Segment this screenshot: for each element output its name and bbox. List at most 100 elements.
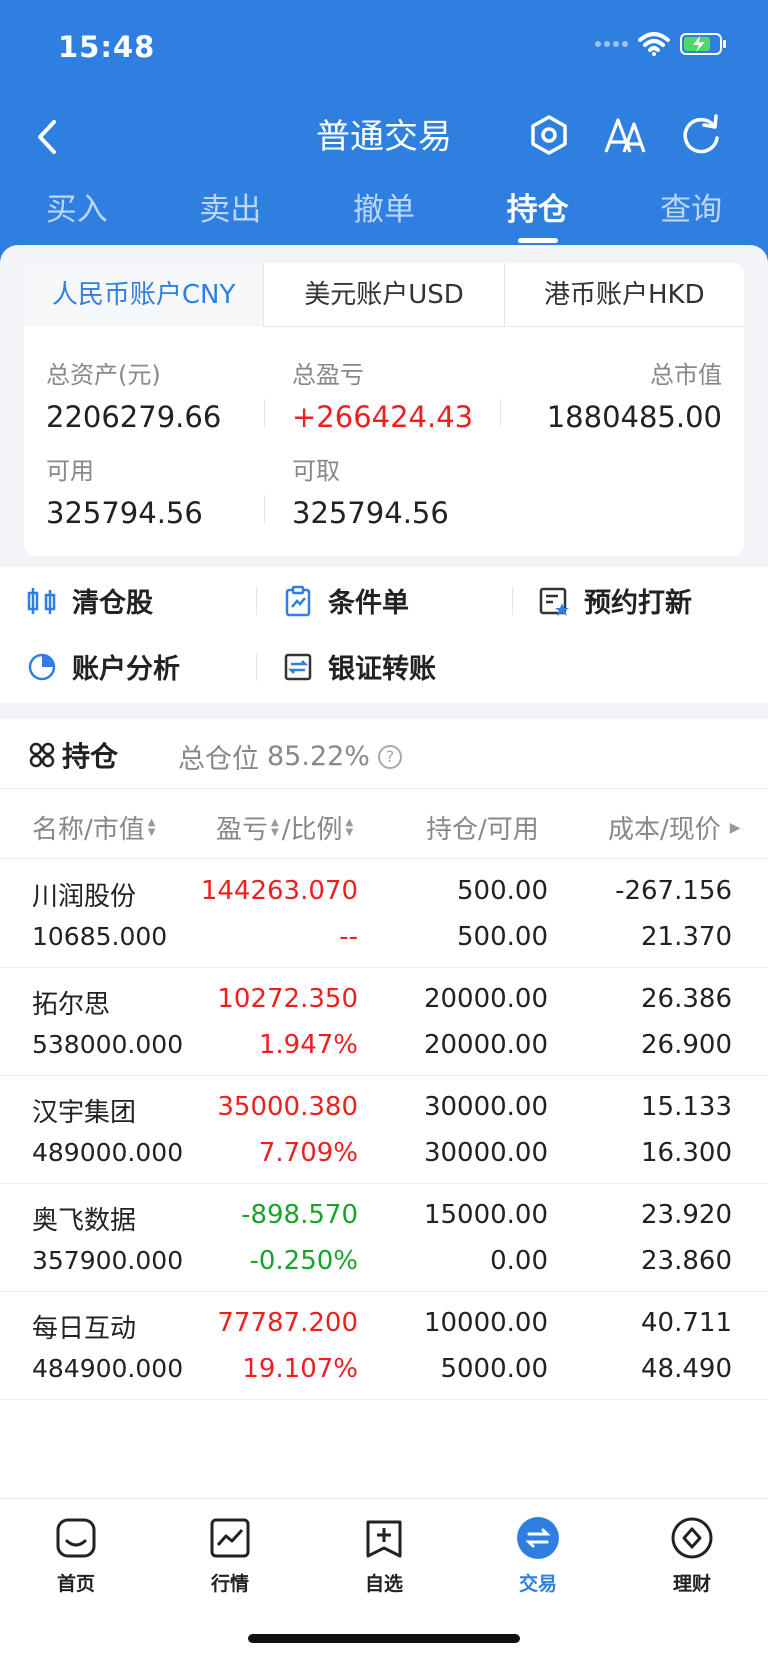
table-row[interactable]: 汉宇集团 489000.000 35000.380 7.709% 30000.0… [0, 1076, 768, 1184]
home-icon [56, 1518, 96, 1558]
bottom-nav-watchlist[interactable]: 自选 [334, 1515, 434, 1596]
position-ratio-label: 总仓位 [178, 744, 259, 775]
candlestick-icon [27, 587, 56, 614]
stock-name: 川润股份 [32, 882, 137, 912]
ipo-booking-button[interactable]: 预约打新 [538, 581, 692, 620]
holdings-table: 川润股份 10685.000 144263.070 -- 500.00 500.… [0, 860, 768, 1400]
clear-stock-button[interactable]: 清仓股 [26, 581, 153, 620]
col-cost-label: 成本/现价 [608, 815, 721, 845]
tab-holdings-label: 持仓 [506, 192, 569, 228]
home-indicator[interactable] [248, 1634, 520, 1643]
page-title: 普通交易 [316, 117, 452, 157]
wealth-icon [671, 1517, 713, 1559]
withdrawable-value: 325794.56 [292, 496, 449, 530]
metric-divider [264, 495, 265, 523]
metric-divider [264, 399, 265, 427]
col-header-name[interactable]: 名称/市值 ▲ ▼ [32, 809, 155, 846]
stock-price: 21.370 [641, 922, 732, 952]
col-name-label: 名称/市值 [32, 815, 145, 845]
total-pnl: 总盈亏 +266424.43 [292, 355, 473, 434]
stock-hold: 10000.00 [423, 1308, 548, 1338]
tab-query[interactable]: 查询 [614, 185, 768, 245]
stock-market-value: 538000.000 [32, 1030, 184, 1059]
bank-transfer-label: 银证转账 [328, 654, 436, 685]
account-tab-hkd[interactable]: 港币账户HKD [503, 263, 744, 327]
account-currency-tabs: 人民币账户CNY 美元账户USD 港币账户HKD [24, 263, 744, 327]
chevron-right-icon: ▶ [729, 819, 741, 836]
col-header-cost[interactable]: 成本/现价 ▶ [608, 809, 741, 846]
stock-hold: 15000.00 [423, 1200, 548, 1230]
holdings-title: 持仓 [28, 735, 118, 775]
status-time: 15:48 [58, 30, 156, 64]
table-row[interactable]: 拓尔思 538000.000 10272.350 1.947% 20000.00… [0, 968, 768, 1076]
stock-pnl: 144263.070 [200, 876, 358, 906]
col-header-pnl[interactable]: 盈亏 ▲ ▼ /比例 ▲ ▼ [216, 809, 353, 846]
refresh-icon[interactable] [676, 110, 726, 160]
bottom-nav-trade-label: 交易 [518, 1573, 557, 1595]
bottom-nav-home[interactable]: 首页 [26, 1515, 126, 1596]
stock-hold: 500.00 [457, 876, 548, 906]
stock-name: 奥飞数据 [32, 1206, 137, 1236]
account-tab-cny[interactable]: 人民币账户CNY [24, 263, 264, 327]
tab-holdings[interactable]: 持仓 [461, 185, 615, 245]
stock-market-value: 357900.000 [32, 1246, 184, 1275]
sort-icon: ▲ ▼ [345, 816, 354, 838]
account-analysis-label: 账户分析 [72, 654, 180, 685]
action-divider [256, 587, 257, 615]
stock-pnl: 10272.350 [217, 984, 358, 1014]
position-ratio: 总仓位 85.22% ? [178, 737, 402, 776]
available-funds: 可用 325794.56 [46, 451, 203, 530]
bottom-nav-market[interactable]: 行情 [180, 1515, 280, 1596]
total-market-value: 总市值 1880485.00 [547, 355, 722, 434]
available-label: 可用 [46, 457, 94, 485]
signal-icon [595, 41, 628, 47]
stock-pnl: 35000.380 [217, 1092, 358, 1122]
account-card: 人民币账户CNY 美元账户USD 港币账户HKD 总资产(元) 2206279.… [24, 263, 744, 556]
conditional-order-button[interactable]: 条件单 [282, 581, 409, 620]
stock-hold: 30000.00 [423, 1092, 548, 1122]
table-row[interactable]: 每日互动 484900.000 77787.200 19.107% 10000.… [0, 1292, 768, 1400]
tab-sell[interactable]: 卖出 [154, 185, 308, 245]
stock-name: 每日互动 [32, 1314, 137, 1344]
holdings-column-headers: 名称/市值 ▲ ▼ 盈亏 ▲ ▼ /比例 ▲ ▼ 持仓/可用 成本/现价 ▶ [0, 789, 768, 859]
market-value-label: 总市值 [650, 361, 722, 389]
position-ratio-value: 85.22% [267, 741, 370, 772]
bank-transfer-button[interactable]: 银证转账 [282, 647, 436, 686]
header: 15:48 普通交易 买入 卖出 撤单 持仓 查询 [0, 0, 768, 280]
stock-pnl-ratio: -- [339, 922, 358, 952]
bottom-nav-market-label: 行情 [210, 1573, 249, 1595]
stock-hold: 20000.00 [423, 984, 548, 1014]
withdrawable-label: 可取 [292, 457, 340, 485]
tab-buy[interactable]: 买入 [0, 185, 154, 245]
watchlist-icon [366, 1520, 402, 1558]
table-row[interactable]: 川润股份 10685.000 144263.070 -- 500.00 500.… [0, 860, 768, 968]
bottom-nav-wealth[interactable]: 理财 [642, 1515, 742, 1596]
stock-market-value: 489000.000 [32, 1138, 184, 1167]
account-tab-usd[interactable]: 美元账户USD [263, 263, 504, 327]
stock-pnl-ratio: 1.947% [258, 1030, 358, 1060]
stock-available: 20000.00 [423, 1030, 548, 1060]
nav-bar: 普通交易 [0, 100, 768, 180]
section-divider [0, 703, 768, 719]
stock-market-value: 10685.000 [32, 922, 168, 951]
col-hold-label: 持仓/可用 [426, 815, 539, 845]
stock-cost: 23.920 [641, 1200, 732, 1230]
metric-divider [500, 399, 501, 427]
total-assets: 总资产(元) 2206279.66 [46, 355, 221, 434]
ipo-booking-label: 预约打新 [584, 588, 692, 619]
wifi-icon [638, 32, 670, 56]
settings-hexagon-icon[interactable] [524, 110, 574, 160]
stock-market-value: 484900.000 [32, 1354, 184, 1383]
bottom-nav-trade[interactable]: 交易 [488, 1515, 588, 1596]
trade-icon [517, 1517, 559, 1559]
font-size-icon[interactable] [600, 110, 650, 160]
help-icon[interactable]: ? [377, 744, 402, 769]
col-pnl-label: 盈亏 [216, 815, 269, 845]
tab-cancel[interactable]: 撤单 [307, 185, 461, 245]
table-row[interactable]: 奥飞数据 357900.000 -898.570 -0.250% 15000.0… [0, 1184, 768, 1292]
bottom-nav-watchlist-label: 自选 [364, 1573, 403, 1595]
active-tab-indicator [517, 238, 558, 243]
account-analysis-button[interactable]: 账户分析 [26, 647, 180, 686]
chart-icon [210, 1518, 250, 1558]
transfer-icon [284, 653, 312, 680]
